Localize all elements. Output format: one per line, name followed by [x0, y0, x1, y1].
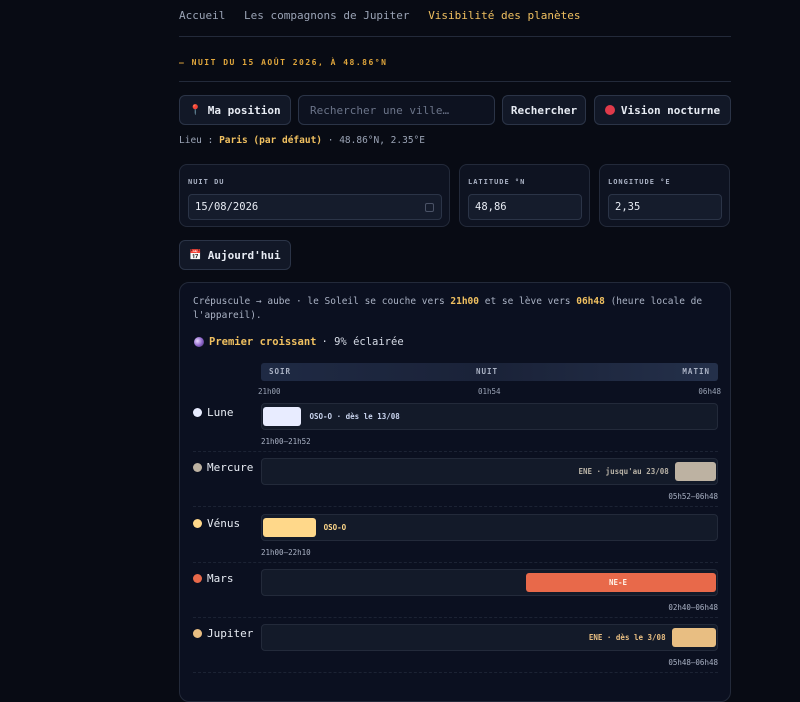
my-position-label: Ma position [207, 103, 281, 117]
divider [179, 36, 731, 37]
location-line: Lieu : Paris (par défaut) · 48.86°N, 2.3… [179, 135, 425, 146]
planet-dot-icon [193, 463, 202, 472]
visibility-bar [674, 462, 716, 481]
visibility-track: OSO-O [261, 514, 718, 541]
breadcrumb: Accueil Les compagnons de Jupiter Visibi… [179, 9, 593, 22]
planet-name: Vénus [193, 517, 240, 530]
planet-dot-icon [193, 629, 202, 638]
visibility-track: OSO-O · dès le 13/08 [261, 403, 718, 430]
location-name: Paris (par défaut) [219, 135, 323, 146]
night-date-card: NUIT DU 15/08/2026 [179, 164, 450, 227]
breadcrumb-home[interactable]: Accueil [179, 9, 225, 22]
location-prefix: Lieu : [179, 135, 214, 146]
sunset-time: 21h00 [450, 296, 479, 307]
breadcrumb-jupiter-companions[interactable]: Les compagnons de Jupiter [244, 9, 410, 22]
planet-label: Mars [207, 572, 234, 585]
moon-phase-icon [194, 337, 204, 347]
night-date-label: NUIT DU [188, 178, 225, 186]
tick-end: 06h48 [698, 387, 721, 396]
planet-dot-icon [193, 519, 202, 528]
planet-label: Lune [207, 406, 234, 419]
night-date-value: 15/08/2026 [195, 201, 259, 213]
divider [179, 81, 731, 82]
planet-name: Mars [193, 572, 234, 585]
row-divider [193, 562, 718, 563]
visibility-bar [671, 628, 716, 647]
visibility-time: 05h52–06h48 [668, 492, 718, 501]
row-divider [193, 451, 718, 452]
planet-name: Mercure [193, 461, 253, 474]
timeline-matin: MATIN [682, 367, 710, 376]
direction-label: NE-E [608, 578, 628, 587]
moon-illumination: · 9% éclairée [321, 336, 404, 348]
night-heading: — NUIT DU 15 AOÛT 2026, À 48.86°N [179, 58, 388, 67]
calendar-icon: 📅 [189, 249, 202, 261]
planet-name: Lune [193, 406, 234, 419]
visibility-bar [263, 518, 316, 537]
search-button[interactable]: Rechercher [502, 95, 586, 125]
night-vision-button[interactable]: Vision nocturne [594, 95, 731, 125]
latitude-input[interactable]: 48,86 [468, 194, 582, 220]
timeline-nuit: NUIT [476, 367, 499, 376]
latitude-label: LATITUDE °N [468, 178, 526, 186]
planet-dot-icon [193, 408, 202, 417]
tick-mid: 01h54 [478, 387, 501, 396]
calendar-icon[interactable] [425, 203, 434, 212]
my-position-button[interactable]: 📍 Ma position [179, 95, 291, 125]
planet-dot-icon [193, 574, 202, 583]
visibility-track: ENE · jusqu'au 23/08 [261, 458, 718, 485]
visibility-time: 21h00–22h10 [261, 548, 311, 557]
visibility-panel: Crépuscule → aube · le Soleil se couche … [179, 282, 731, 702]
direction-label: ENE · dès le 3/08 [588, 633, 666, 642]
today-button[interactable]: 📅 Aujourd'hui [179, 240, 291, 270]
row-divider [193, 672, 718, 673]
planet-label: Vénus [207, 517, 241, 530]
breadcrumb-current: Visibilité des planètes [428, 9, 581, 22]
night-vision-label: Vision nocturne [620, 103, 721, 117]
pin-icon: 📍 [189, 104, 202, 116]
city-search-input[interactable]: Rechercher une ville… [298, 95, 495, 125]
longitude-label: LONGITUDE °E [608, 178, 671, 186]
red-dot-icon [604, 105, 615, 115]
visibility-time: 21h00–21h52 [261, 437, 311, 446]
moon-phase: Premier croissant · 9% éclairée [194, 336, 404, 348]
sunrise-time: 06h48 [576, 296, 605, 307]
row-divider [193, 506, 718, 507]
summary-text: Crépuscule → aube · le Soleil se couche … [193, 296, 451, 307]
moon-phase-name: Premier croissant [209, 336, 317, 348]
longitude-input[interactable]: 2,35 [608, 194, 722, 220]
timeline-header: SOIR NUIT MATIN [261, 363, 718, 381]
night-date-input[interactable]: 15/08/2026 [188, 194, 442, 220]
visibility-track: NE-E [261, 569, 718, 596]
visibility-time: 02h40–06h48 [668, 603, 718, 612]
twilight-summary: Crépuscule → aube · le Soleil se couche … [193, 295, 713, 323]
visibility-bar [263, 407, 302, 426]
planet-label: Mercure [207, 461, 254, 474]
location-coords: · 48.86°N, 2.35°E [327, 135, 425, 146]
timeline-soir: SOIR [269, 367, 292, 376]
visibility-time: 05h48–06h48 [668, 658, 718, 667]
row-divider [193, 617, 718, 618]
tick-start: 21h00 [258, 387, 281, 396]
planet-name: Jupiter [193, 627, 253, 640]
longitude-card: LONGITUDE °E 2,35 [599, 164, 730, 227]
direction-label: ENE · jusqu'au 23/08 [578, 467, 669, 476]
latitude-card: LATITUDE °N 48,86 [459, 164, 590, 227]
summary-text: et se lève vers [479, 296, 577, 307]
direction-label: OSO-O · dès le 13/08 [309, 412, 400, 421]
planet-label: Jupiter [207, 627, 254, 640]
today-label: Aujourd'hui [207, 248, 281, 262]
visibility-track: ENE · dès le 3/08 [261, 624, 718, 651]
direction-label: OSO-O [323, 523, 347, 532]
